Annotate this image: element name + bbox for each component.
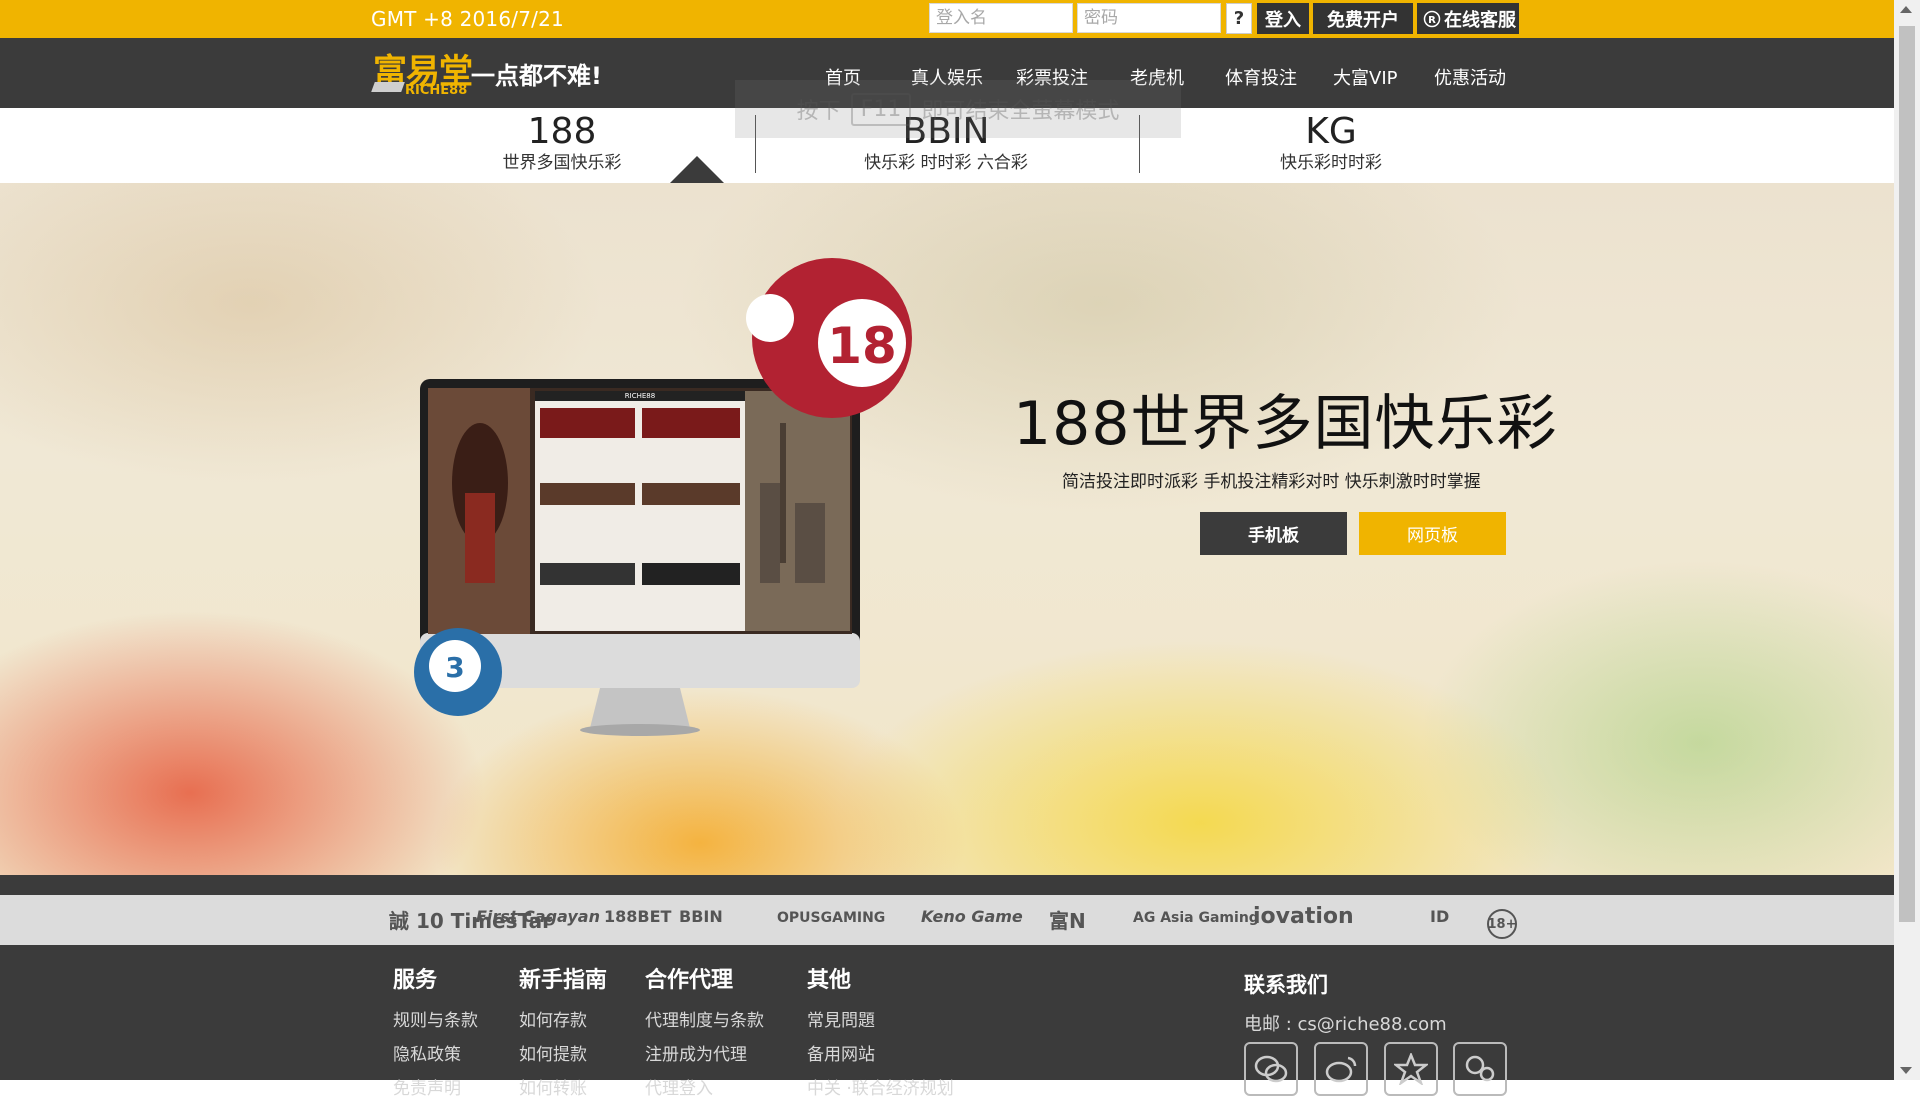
tab-188-title: 188 <box>527 111 597 152</box>
monitor-brand-text: RICHE88 <box>625 392 655 400</box>
footer <box>0 945 1894 1080</box>
scrollbar-thumb[interactable] <box>1899 26 1915 922</box>
web-version-button[interactable]: 网页板 <box>1359 512 1506 555</box>
register-button[interactable]: 免费开户 <box>1313 3 1413 34</box>
footer-heading-guide: 新手指南 <box>519 968 608 993</box>
tab-188[interactable]: 188 世界多国快乐彩 <box>462 108 662 174</box>
footer-link-backup-site[interactable]: 备用网站 <box>807 1040 875 1065</box>
footer-heading-contact: 联系我们 <box>1244 973 1328 997</box>
tab-bbin-subtitle: 快乐彩 时时彩 六合彩 <box>864 153 1028 173</box>
footer-link-affiliate-terms[interactable]: 代理制度与条款 <box>645 1006 764 1031</box>
footer-link-affiliate-login[interactable]: 代理登入 <box>645 1074 713 1099</box>
footer-link-transfer[interactable]: 如何转账 <box>519 1074 587 1099</box>
footer-link-privacy[interactable]: 隐私政策 <box>393 1040 461 1065</box>
logo-en-text: RICHE88 <box>405 83 468 98</box>
partner-bar-top <box>0 875 1894 895</box>
footer-link-terms[interactable]: 规则与条款 <box>393 1006 478 1031</box>
username-input[interactable] <box>929 3 1073 33</box>
wechat-icon[interactable] <box>1244 1042 1298 1096</box>
partner-logo-ag: AG Asia Gaming <box>1133 910 1259 926</box>
footer-link-deposit[interactable]: 如何存款 <box>519 1006 587 1031</box>
tab-kg-title: KG <box>1305 111 1357 152</box>
hero-banner: RICHE88 18 3 <box>0 183 1894 875</box>
tab-kg-subtitle: 快乐彩时时彩 <box>1280 153 1382 173</box>
scroll-up-arrow-icon[interactable] <box>1900 6 1912 13</box>
login-button[interactable]: 登入 <box>1257 3 1309 34</box>
tab-kg[interactable]: KG 快乐彩时时彩 <box>1231 108 1431 174</box>
partner-logo-first-cagayan: First Cagayan <box>476 907 600 926</box>
partner-logo-id: ID <box>1430 907 1450 926</box>
mobile-version-button[interactable]: 手机板 <box>1200 512 1347 555</box>
hero-title: 188世界多国快乐彩 <box>1013 389 1558 459</box>
headset-icon: R <box>1423 10 1441 27</box>
scroll-down-arrow-icon[interactable] <box>1900 1067 1912 1074</box>
hero-illustration: RICHE88 18 3 <box>414 258 912 736</box>
online-support-label: 在线客服 <box>1444 9 1516 31</box>
footer-link-faq[interactable]: 常見問題 <box>807 1006 875 1031</box>
online-support-button[interactable]: R 在线客服 <box>1417 3 1519 34</box>
footer-link-withdraw[interactable]: 如何提款 <box>519 1040 587 1065</box>
ball-number-3: 3 <box>445 651 464 684</box>
nav-item-sports[interactable]: 体育投注 <box>1225 64 1297 90</box>
brand-slogan: 一点都不难! <box>471 62 602 90</box>
fullscreen-hint-prefix: 按下 <box>796 99 841 124</box>
hero-subtitle: 简洁投注即时派彩 手机投注精彩对时 快乐刺激时时掌握 <box>1062 472 1481 492</box>
lottery-ball-3: 3 <box>414 628 502 716</box>
fullscreen-hint-suffix: 即可结束全萤幕模式 <box>921 99 1120 124</box>
active-tab-indicator <box>670 156 724 183</box>
partner-logo-fu-n: 富N <box>1049 909 1086 933</box>
ball-number-18: 18 <box>827 317 897 375</box>
svg-text:R: R <box>1428 15 1436 26</box>
fullscreen-hint-key: F11 <box>850 92 912 126</box>
partner-logo-iovation: iovation <box>1253 904 1354 929</box>
footer-link-affiliate-register[interactable]: 注册成为代理 <box>645 1040 747 1065</box>
datetime-text: GMT +8 2016/7/21 <box>371 7 564 31</box>
logo-swoosh <box>371 82 405 92</box>
footer-contact-email[interactable]: 电邮 : cs@riche88.com <box>1244 1010 1447 1036</box>
partner-logo-18plus: 18+ <box>1487 909 1517 939</box>
qq-icon[interactable] <box>1453 1042 1507 1096</box>
partner-logo-188bet: 188BET <box>604 907 672 926</box>
fullscreen-hint: 按下 F11 即可结束全萤幕模式 <box>735 80 1181 138</box>
nav-item-vip[interactable]: 大富VIP <box>1333 64 1397 90</box>
footer-heading-affiliate: 合作代理 <box>645 968 734 993</box>
footer-link-disclaimer[interactable]: 免责声明 <box>393 1074 461 1099</box>
footer-link-other[interactable]: 中关 ·联合经济规划 <box>807 1074 954 1099</box>
partner-logo-bbin: BBIN <box>679 907 723 926</box>
weibo-icon[interactable] <box>1314 1042 1368 1096</box>
footer-heading-other: 其他 <box>807 968 852 993</box>
tab-188-subtitle: 世界多国快乐彩 <box>502 153 622 173</box>
partner-logo-opusgaming: OPUSGAMING <box>777 910 886 926</box>
nav-item-promotions[interactable]: 优惠活动 <box>1434 64 1506 90</box>
forgot-password-button[interactable]: ? <box>1226 3 1252 34</box>
star-icon[interactable] <box>1384 1042 1438 1096</box>
password-input[interactable] <box>1077 3 1221 33</box>
footer-heading-service: 服务 <box>393 968 438 993</box>
partner-logo-keno: Keno Game <box>921 907 1023 926</box>
